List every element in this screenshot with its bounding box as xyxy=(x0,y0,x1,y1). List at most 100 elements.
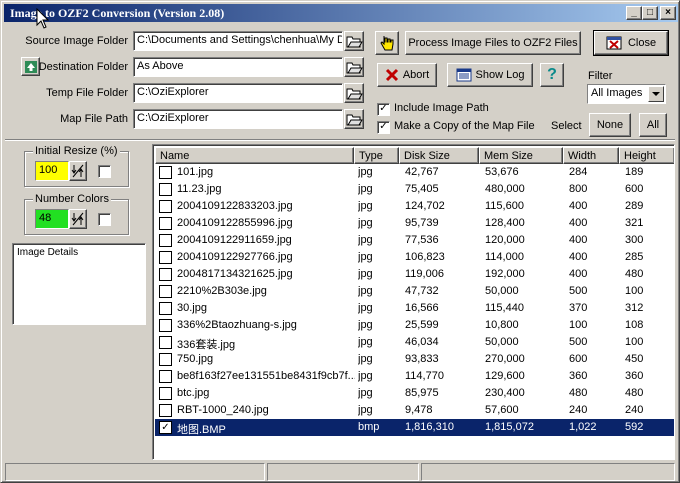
row-checkbox[interactable] xyxy=(159,370,172,383)
temp-folder-browse-button[interactable] xyxy=(344,83,364,103)
row-checkbox[interactable] xyxy=(159,166,172,179)
map-settings-button[interactable] xyxy=(375,31,399,55)
cell-height: 108 xyxy=(625,319,644,331)
cell-mem-size: 128,400 xyxy=(485,217,525,229)
row-checkbox[interactable] xyxy=(159,404,172,417)
cell-name: btc.jpg xyxy=(177,387,210,399)
row-checkbox[interactable] xyxy=(159,319,172,332)
arrow-up-icon xyxy=(24,60,37,73)
temp-folder-field[interactable]: C:\OziExplorer xyxy=(133,83,343,103)
include-image-path-checkbox[interactable]: ✓ xyxy=(377,103,390,116)
cell-name: 101.jpg xyxy=(177,166,214,178)
number-colors-input[interactable]: 48 xyxy=(35,209,69,229)
row-checkbox[interactable] xyxy=(159,200,172,213)
column-header-disk-size[interactable]: Disk Size xyxy=(399,147,479,164)
show-log-button-label: Show Log xyxy=(475,69,525,81)
cell-type: jpg xyxy=(358,319,373,331)
row-checkbox[interactable] xyxy=(159,336,172,349)
image-details-label: Image Details xyxy=(17,247,79,258)
status-panel-2 xyxy=(267,463,419,481)
initial-resize-input[interactable]: 100 xyxy=(35,161,69,181)
column-header-mem-size[interactable]: Mem Size xyxy=(479,147,563,164)
folder-open-icon xyxy=(346,88,363,100)
cell-type: jpg xyxy=(358,370,373,382)
cell-mem-size: 129,600 xyxy=(485,370,525,382)
show-log-button[interactable]: Show Log xyxy=(447,63,533,87)
destination-folder-field[interactable]: As Above xyxy=(133,57,343,77)
source-folder-field[interactable]: C:\Documents and Settings\chenhua\My D xyxy=(133,31,343,51)
column-header-type[interactable]: Type xyxy=(354,147,399,164)
row-checkbox[interactable] xyxy=(159,251,172,264)
maximize-button[interactable]: □ xyxy=(642,6,658,20)
table-row[interactable]: 2004109122927766.jpg jpg 106,823 114,000 400… xyxy=(155,249,674,266)
row-checkbox[interactable] xyxy=(159,302,172,315)
number-colors-spinner[interactable] xyxy=(69,209,87,229)
row-checkbox[interactable] xyxy=(159,183,172,196)
table-row[interactable]: 30.jpg jpg 16,566 115,440 370 312 xyxy=(155,300,674,317)
cell-width: 284 xyxy=(569,166,588,178)
filter-dropdown-button[interactable] xyxy=(648,86,664,102)
row-checkbox[interactable] xyxy=(159,353,172,366)
column-header-height[interactable]: Height xyxy=(619,147,674,164)
number-colors-checkbox[interactable] xyxy=(98,213,111,226)
cell-type: jpg xyxy=(358,217,373,229)
filter-select[interactable]: All Images xyxy=(587,84,666,104)
title-bar[interactable]: Image to OZF2 Conversion (Version 2.08) … xyxy=(4,4,678,22)
copy-map-file-checkbox[interactable]: ✓ xyxy=(377,121,390,134)
cell-name: 2004109122855996.jpg xyxy=(177,217,293,229)
table-row[interactable]: 2004109122911659.jpg jpg 77,536 120,000 400 3… xyxy=(155,232,674,249)
cell-width: 100 xyxy=(569,319,588,331)
table-row[interactable]: 11.23.jpg jpg 75,405 480,000 800 600 xyxy=(155,181,674,198)
cell-name: 336套装.jpg xyxy=(177,339,236,351)
table-row[interactable]: 336套装.jpg jpg 46,034 50,000 500 100 xyxy=(155,334,674,351)
cell-type: jpg xyxy=(358,251,373,263)
cell-height: 100 xyxy=(625,285,644,297)
cell-type: jpg xyxy=(358,166,373,178)
row-checkbox[interactable]: ✓ xyxy=(159,421,172,434)
initial-resize-checkbox[interactable] xyxy=(98,165,111,178)
table-row[interactable]: 2210%2B303e.jpg jpg 47,732 50,000 500 100 xyxy=(155,283,674,300)
close-window-button[interactable]: × xyxy=(660,6,676,20)
row-checkbox[interactable] xyxy=(159,285,172,298)
minimize-button[interactable]: _ xyxy=(626,6,642,20)
row-checkbox[interactable] xyxy=(159,387,172,400)
source-folder-browse-button[interactable] xyxy=(344,31,364,51)
column-header-name[interactable]: Name xyxy=(155,147,354,164)
map-file-field[interactable]: C:\OziExplorer xyxy=(133,109,343,129)
image-file-list[interactable]: Name Type Disk Size Mem Size Width Heigh… xyxy=(152,144,675,460)
cell-mem-size: 53,676 xyxy=(485,166,519,178)
separator xyxy=(5,139,675,141)
map-file-browse-button[interactable] xyxy=(344,109,364,129)
select-none-button[interactable]: None xyxy=(589,113,631,137)
column-header-width[interactable]: Width xyxy=(563,147,619,164)
table-row[interactable]: RBT-1000_240.jpg jpg 9,478 57,600 240 240 xyxy=(155,402,674,419)
row-checkbox[interactable] xyxy=(159,268,172,281)
process-images-button[interactable]: Process Image Files to OZF2 Files xyxy=(405,31,581,55)
temp-folder-label: Temp File Folder xyxy=(46,87,128,99)
cell-height: 300 xyxy=(625,234,644,246)
table-row[interactable]: 2004109122833203.jpg jpg 124,702 115,600 400… xyxy=(155,198,674,215)
select-all-button[interactable]: All xyxy=(639,113,667,137)
table-row[interactable]: 101.jpg jpg 42,767 53,676 284 189 xyxy=(155,164,674,181)
help-button[interactable]: ? xyxy=(540,63,564,87)
destination-up-button[interactable] xyxy=(21,57,40,76)
table-row[interactable]: btc.jpg jpg 85,975 230,400 480 480 xyxy=(155,385,674,402)
table-row[interactable]: 750.jpg jpg 93,833 270,000 600 450 xyxy=(155,351,674,368)
table-row[interactable]: ✓ 地图.BMP bmp 1,816,310 1,815,072 1,022 592 xyxy=(155,419,674,436)
cell-height: 100 xyxy=(625,336,644,348)
folder-open-icon xyxy=(346,36,363,48)
close-icon xyxy=(606,36,622,50)
close-button[interactable]: Close xyxy=(593,30,669,56)
table-row[interactable]: 2004109122855996.jpg jpg 95,739 128,400 400 3… xyxy=(155,215,674,232)
table-row[interactable]: be8f163f27ee131551be8431f9cb7f... jpg 114,… xyxy=(155,368,674,385)
table-row[interactable]: 336%2Btaozhuang-s.jpg jpg 25,599 10,800 100 1… xyxy=(155,317,674,334)
image-details-panel: Image Details xyxy=(12,243,146,325)
row-checkbox[interactable] xyxy=(159,234,172,247)
row-checkbox[interactable] xyxy=(159,217,172,230)
initial-resize-spinner[interactable] xyxy=(69,161,87,181)
cell-type: bmp xyxy=(358,421,380,433)
table-row[interactable]: 2004817134321625.jpg jpg 119,006 192,000 400… xyxy=(155,266,674,283)
initial-resize-title: Initial Resize (%) xyxy=(33,145,120,157)
destination-folder-browse-button[interactable] xyxy=(344,57,364,77)
abort-button[interactable]: Abort xyxy=(377,63,437,87)
